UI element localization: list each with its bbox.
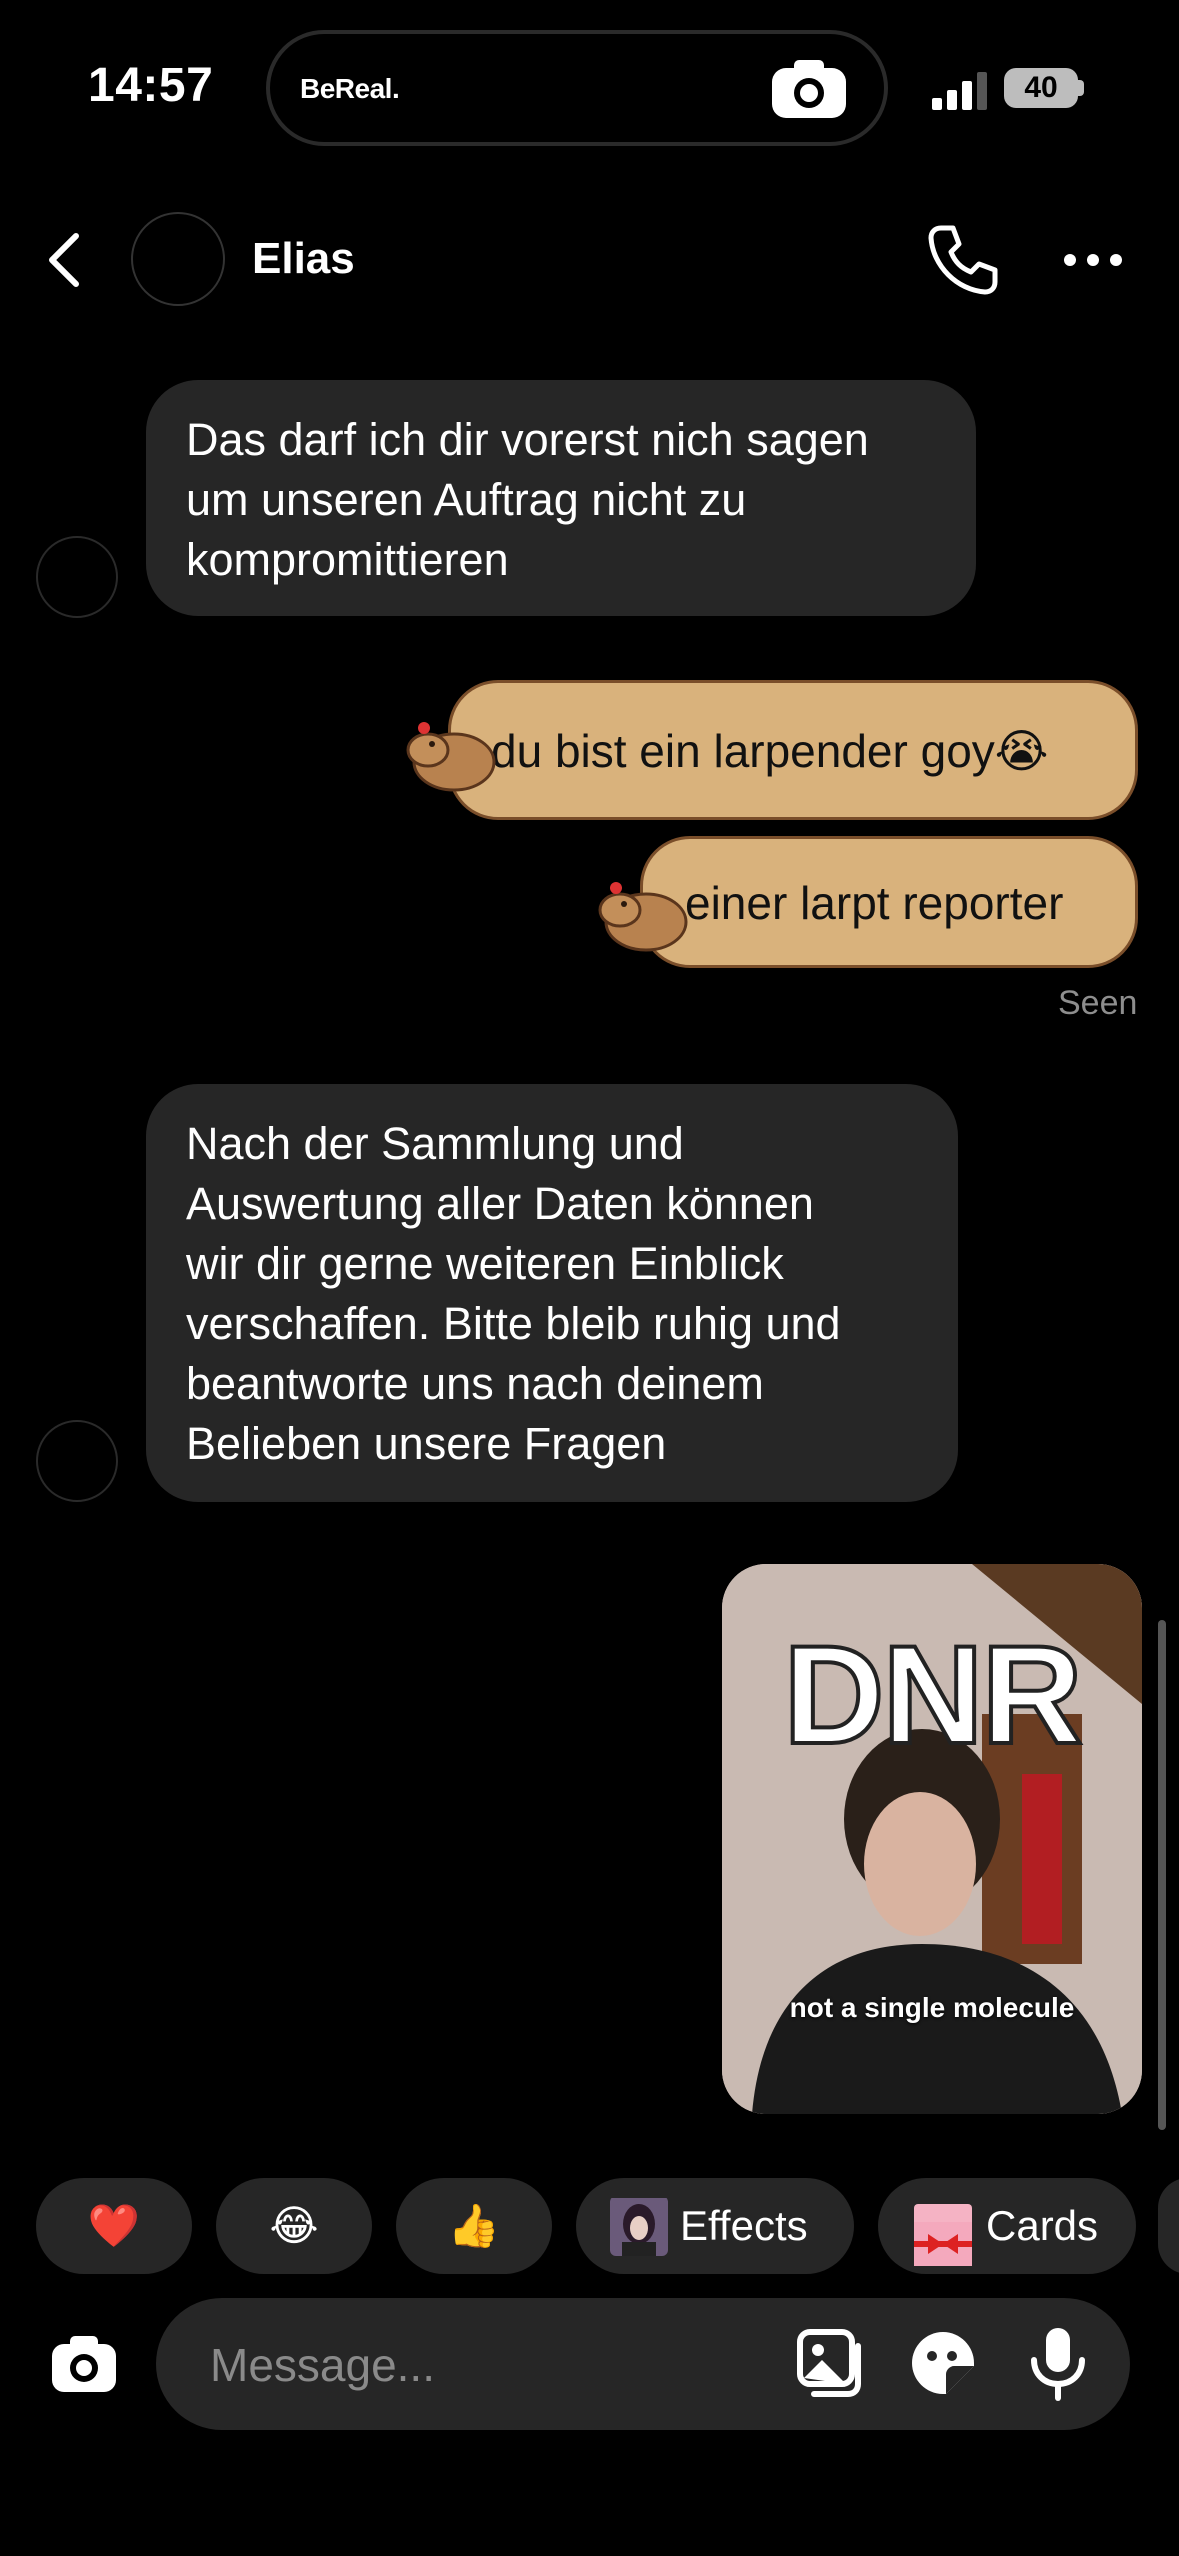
photo-overlay-title: DNR: [781, 1614, 1084, 1775]
island-app-name: BeReal.: [300, 73, 400, 104]
sender-avatar[interactable]: [36, 536, 118, 618]
reaction-heart-button[interactable]: ❤️: [36, 2178, 192, 2274]
contact-name[interactable]: Elias: [252, 234, 355, 284]
capybara-sticker-icon: [406, 722, 496, 792]
more-options-icon[interactable]: [1062, 236, 1124, 284]
reaction-laugh-button[interactable]: 😂: [216, 2178, 372, 2274]
incoming-message[interactable]: Nach der Sammlung und Auswertung aller D…: [146, 1084, 958, 1502]
photo-message[interactable]: DNR not a single molecule: [722, 1564, 1142, 2114]
capybara-sticker-icon: [598, 882, 688, 952]
reaction-thumbs-up-button[interactable]: 👍: [396, 2178, 552, 2274]
seen-receipt: Seen: [1058, 984, 1138, 1022]
scrollbar[interactable]: [1158, 1620, 1166, 2130]
camera-icon[interactable]: [48, 2328, 120, 2400]
back-chevron-icon[interactable]: [40, 230, 90, 290]
outgoing-message[interactable]: einer larpt reporter: [640, 836, 1138, 968]
gift-icon: [914, 2204, 972, 2266]
sticker-icon[interactable]: [908, 2328, 978, 2398]
message-text: Das darf ich dir vorerst nich sagen um u…: [186, 414, 869, 585]
effects-label: Effects: [680, 2202, 808, 2249]
photo-caption: not a single molecule: [789, 1992, 1075, 2023]
phone-icon[interactable]: [925, 222, 1001, 298]
outgoing-message[interactable]: du bist ein larpender goy😭: [448, 680, 1138, 820]
camera-icon: [772, 60, 846, 118]
signal-icon: [932, 72, 987, 110]
more-chips-edge[interactable]: [1158, 2178, 1179, 2274]
message-text: einer larpt reporter: [685, 877, 1064, 929]
cards-label: Cards: [986, 2202, 1099, 2249]
effects-thumbnail: [610, 2196, 668, 2256]
contact-avatar[interactable]: [131, 212, 225, 306]
gallery-icon[interactable]: [796, 2328, 866, 2398]
battery-nub: [1078, 80, 1084, 96]
incoming-message[interactable]: Das darf ich dir vorerst nich sagen um u…: [146, 380, 976, 616]
battery-indicator: 40: [1004, 68, 1078, 108]
message-text: Nach der Sammlung und Auswertung aller D…: [186, 1118, 841, 1469]
microphone-icon[interactable]: [1026, 2324, 1090, 2402]
cards-button[interactable]: Cards: [878, 2178, 1136, 2274]
effects-button[interactable]: Effects: [576, 2178, 854, 2274]
sender-avatar[interactable]: [36, 1420, 118, 1502]
status-time: 14:57: [88, 59, 214, 112]
message-input[interactable]: Message...: [210, 2338, 435, 2392]
message-text: du bist ein larpender goy😭: [491, 725, 1049, 777]
